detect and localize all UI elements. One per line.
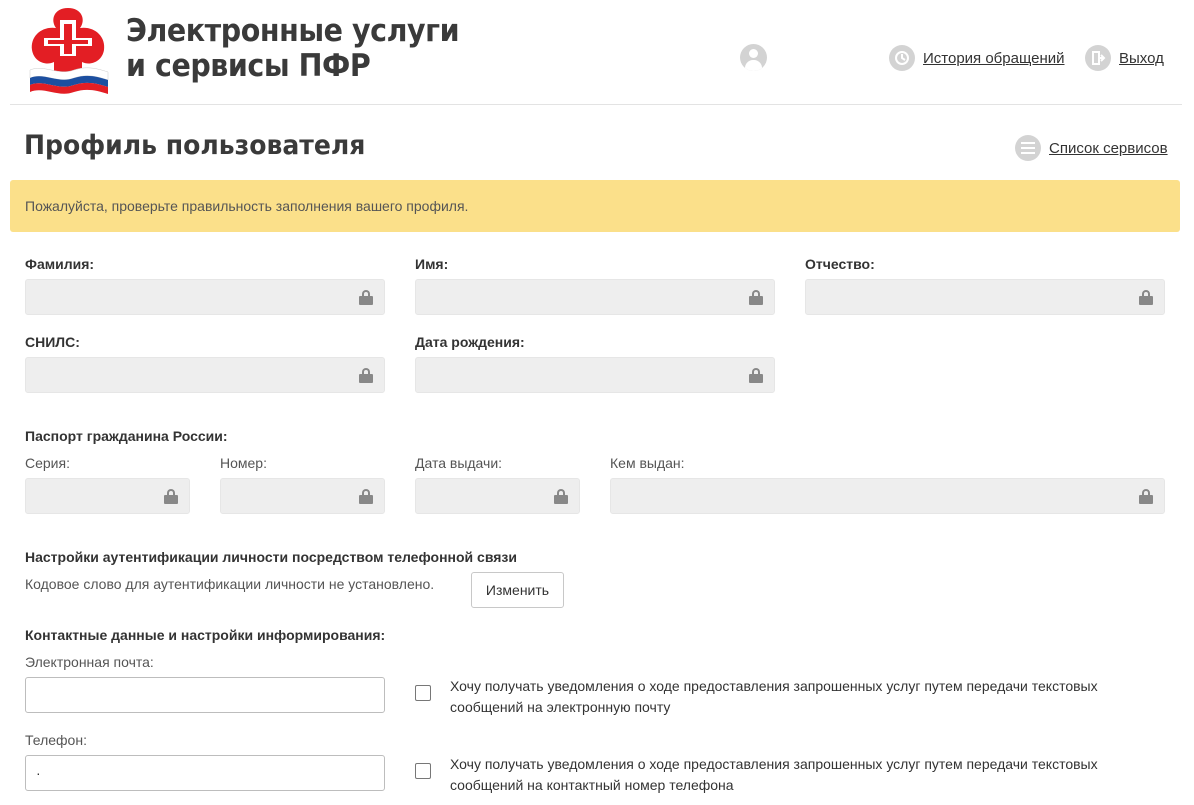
email-label: Электронная почта: [25, 654, 154, 670]
phone-field[interactable]: · [25, 755, 385, 791]
lock-icon [164, 489, 178, 504]
change-codeword-button[interactable]: Изменить [471, 572, 564, 608]
logout-icon [1085, 45, 1111, 71]
middle-name-label: Отчество: [805, 256, 875, 272]
phone-label: Телефон: [25, 732, 87, 748]
birth-date-field[interactable] [415, 357, 775, 393]
exit-link[interactable]: Выход [1085, 44, 1164, 72]
passport-number-field[interactable] [220, 478, 385, 514]
passport-heading: Паспорт гражданина России: [25, 428, 228, 444]
first-name-field[interactable] [415, 279, 775, 315]
email-field[interactable] [25, 677, 385, 713]
birth-date-label: Дата рождения: [415, 334, 525, 350]
phone-notify-text: Хочу получать уведомления о ходе предост… [450, 756, 1098, 793]
passport-series-label: Серия: [25, 455, 70, 471]
email-notify-checkbox[interactable] [415, 685, 431, 701]
services-list-link[interactable]: Список сервисов [1015, 135, 1168, 161]
history-label: История обращений [923, 49, 1065, 67]
lock-icon [554, 489, 568, 504]
auth-status-text: Кодовое слово для аутентификации личност… [25, 576, 435, 592]
lock-icon [359, 368, 373, 383]
auth-heading: Настройки аутентификации личности посред… [25, 549, 517, 565]
lock-icon [359, 489, 373, 504]
lock-icon [749, 368, 763, 383]
snils-field[interactable] [25, 357, 385, 393]
email-notify-text: Хочу получать уведомления о ходе предост… [450, 678, 1098, 715]
header-divider [10, 104, 1182, 105]
last-name-label: Фамилия: [25, 256, 95, 272]
passport-issue-date-label: Дата выдачи: [415, 455, 503, 471]
brand-line-1: Электронные услуги [126, 13, 460, 49]
profile-warning-alert: Пожалуйста, проверьте правильность запол… [10, 180, 1180, 232]
passport-series-field[interactable] [25, 478, 190, 514]
services-list-label: Список сервисов [1049, 139, 1168, 157]
lock-icon [749, 290, 763, 305]
middle-name-field[interactable] [805, 279, 1165, 315]
snils-label: СНИЛС: [25, 334, 80, 350]
list-icon [1015, 135, 1041, 161]
first-name-label: Имя: [415, 256, 449, 272]
passport-issued-by-label: Кем выдан: [610, 455, 685, 471]
brand-line-2: и сервисы ПФР [126, 48, 371, 84]
pfr-logo-icon[interactable] [24, 6, 112, 96]
lock-icon [359, 290, 373, 305]
history-link[interactable]: История обращений [889, 44, 1065, 72]
lock-icon [1139, 290, 1153, 305]
exit-label: Выход [1119, 49, 1164, 67]
passport-issue-date-field[interactable] [415, 478, 580, 514]
history-icon [889, 45, 915, 71]
passport-number-label: Номер: [220, 455, 267, 471]
brand-title: Электронные услуги и сервисы ПФР [126, 13, 460, 84]
user-icon[interactable] [740, 44, 767, 71]
alert-text: Пожалуйста, проверьте правильность запол… [25, 198, 469, 214]
phone-notify-checkbox[interactable] [415, 763, 431, 779]
header: Электронные услуги и сервисы ПФР История… [0, 0, 1194, 106]
contacts-heading: Контактные данные и настройки информиров… [25, 627, 386, 643]
page-title: Профиль пользователя [24, 130, 366, 161]
last-name-field[interactable] [25, 279, 385, 315]
passport-issued-by-field[interactable] [610, 478, 1165, 514]
lock-icon [1139, 489, 1153, 504]
